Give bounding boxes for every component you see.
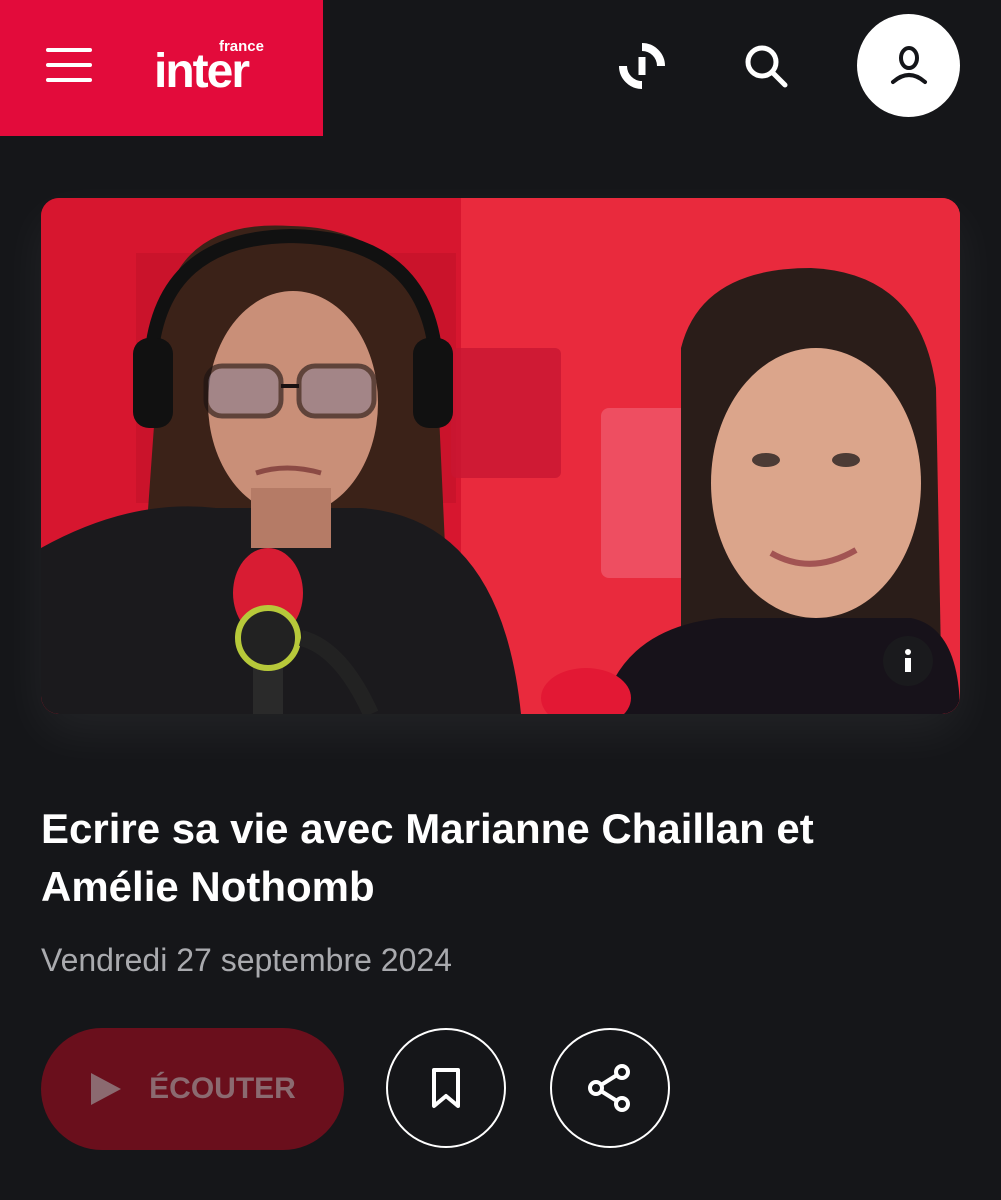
bookmark-icon <box>432 1068 460 1108</box>
search-icon <box>745 45 788 88</box>
info-icon <box>905 649 911 672</box>
share-button[interactable] <box>550 1028 670 1148</box>
top-header: france inter <box>0 0 1001 136</box>
live-radio-button[interactable] <box>612 36 672 96</box>
live-radio-icon <box>619 43 665 89</box>
episode-title: Ecrire sa vie avec Marianne Chaillan et … <box>41 805 814 910</box>
play-icon <box>91 1073 122 1105</box>
image-info-button[interactable] <box>883 636 933 686</box>
episode-photo <box>41 198 960 714</box>
bookmark-button[interactable] <box>386 1028 506 1148</box>
menu-button[interactable] <box>38 38 100 92</box>
hamburger-menu-icon <box>46 48 92 52</box>
brand-block: france inter <box>0 0 323 136</box>
episode-date: Vendredi 27 septembre 2024 <box>41 942 452 978</box>
listen-button[interactable]: ÉCOUTER <box>41 1028 344 1150</box>
episode-image <box>41 198 960 714</box>
account-button[interactable] <box>857 14 960 117</box>
logo-main-text: inter <box>154 45 250 98</box>
search-button[interactable] <box>736 36 796 96</box>
share-icon <box>588 1064 630 1112</box>
listen-label: ÉCOUTER <box>149 1072 296 1105</box>
episode-page: france inter Ecrire sa vie avec Marianne… <box>0 0 1001 1200</box>
user-icon <box>890 45 927 84</box>
france-inter-logo[interactable]: france inter <box>154 38 274 98</box>
